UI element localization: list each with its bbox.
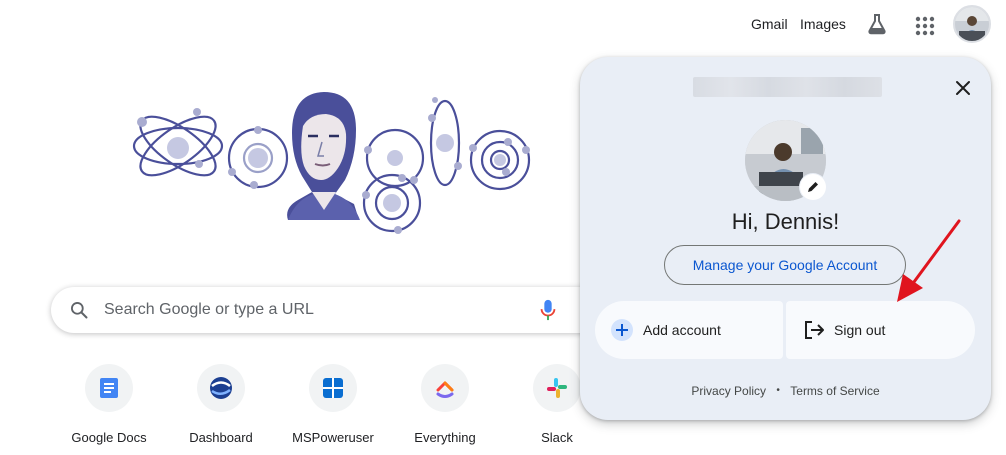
redacted-email <box>693 77 882 97</box>
shortcut-label: Slack <box>541 430 573 445</box>
search-icon <box>71 302 88 319</box>
footer-separator: • <box>776 385 780 397</box>
gmail-link[interactable]: Gmail <box>751 16 788 32</box>
account-popup: Hi, Dennis! Manage your Google Account A… <box>580 57 991 420</box>
images-link[interactable]: Images <box>800 16 846 32</box>
shortcut-icon-circle <box>85 364 133 412</box>
pencil-icon <box>808 182 818 192</box>
shortcut-label: Everything <box>414 430 476 445</box>
privacy-policy-link[interactable]: Privacy Policy <box>691 384 766 398</box>
plus-icon <box>611 319 633 341</box>
shortcut-icon-circle <box>309 364 357 412</box>
edit-photo-button[interactable] <box>800 174 826 200</box>
shortcut-icon-circle <box>533 364 581 412</box>
search-input[interactable]: Search Google or type a URL <box>104 301 314 319</box>
popup-footer: Privacy Policy • Terms of Service <box>580 383 991 398</box>
add-account-button[interactable]: Add account <box>595 301 783 359</box>
manage-account-button[interactable]: Manage your Google Account <box>664 245 906 285</box>
mspoweruser-icon <box>323 378 343 398</box>
shortcut-label: Dashboard <box>189 430 253 445</box>
sign-out-label: Sign out <box>834 322 886 338</box>
logout-icon <box>805 321 824 339</box>
sign-out-button[interactable]: Sign out <box>786 301 975 359</box>
greeting-text: Hi, Dennis! <box>731 209 840 234</box>
search-box[interactable]: Search Google or type a URL <box>51 287 611 333</box>
shortcut-dashboard[interactable]: Dashboard <box>165 362 277 452</box>
shortcut-icon-circle <box>197 364 245 412</box>
account-actions: Add account Sign out <box>595 301 975 359</box>
avatar-image <box>955 7 989 41</box>
slack-icon <box>547 378 567 398</box>
microphone-icon[interactable] <box>539 299 557 321</box>
shortcut-label: MSPoweruser <box>292 430 374 445</box>
add-account-label: Add account <box>643 322 721 338</box>
top-bar: Gmail Images <box>0 0 1006 50</box>
apps-grid-icon[interactable] <box>913 14 937 38</box>
google-doodle[interactable] <box>132 88 537 238</box>
dashboard-icon <box>210 377 232 399</box>
terms-of-service-link[interactable]: Terms of Service <box>790 384 879 398</box>
shortcut-google-docs[interactable]: Google Docs <box>53 362 165 452</box>
shortcut-icon-circle <box>421 364 469 412</box>
everything-icon <box>436 381 454 398</box>
close-icon <box>956 81 970 95</box>
shortcut-everything[interactable]: Everything <box>389 362 501 452</box>
account-avatar-button[interactable] <box>953 5 991 43</box>
flask-icon[interactable] <box>865 12 889 36</box>
shortcut-label: Google Docs <box>71 430 147 445</box>
close-button[interactable] <box>949 74 977 102</box>
google-docs-icon <box>100 378 118 398</box>
shortcut-mspoweruser[interactable]: MSPoweruser <box>277 362 389 452</box>
